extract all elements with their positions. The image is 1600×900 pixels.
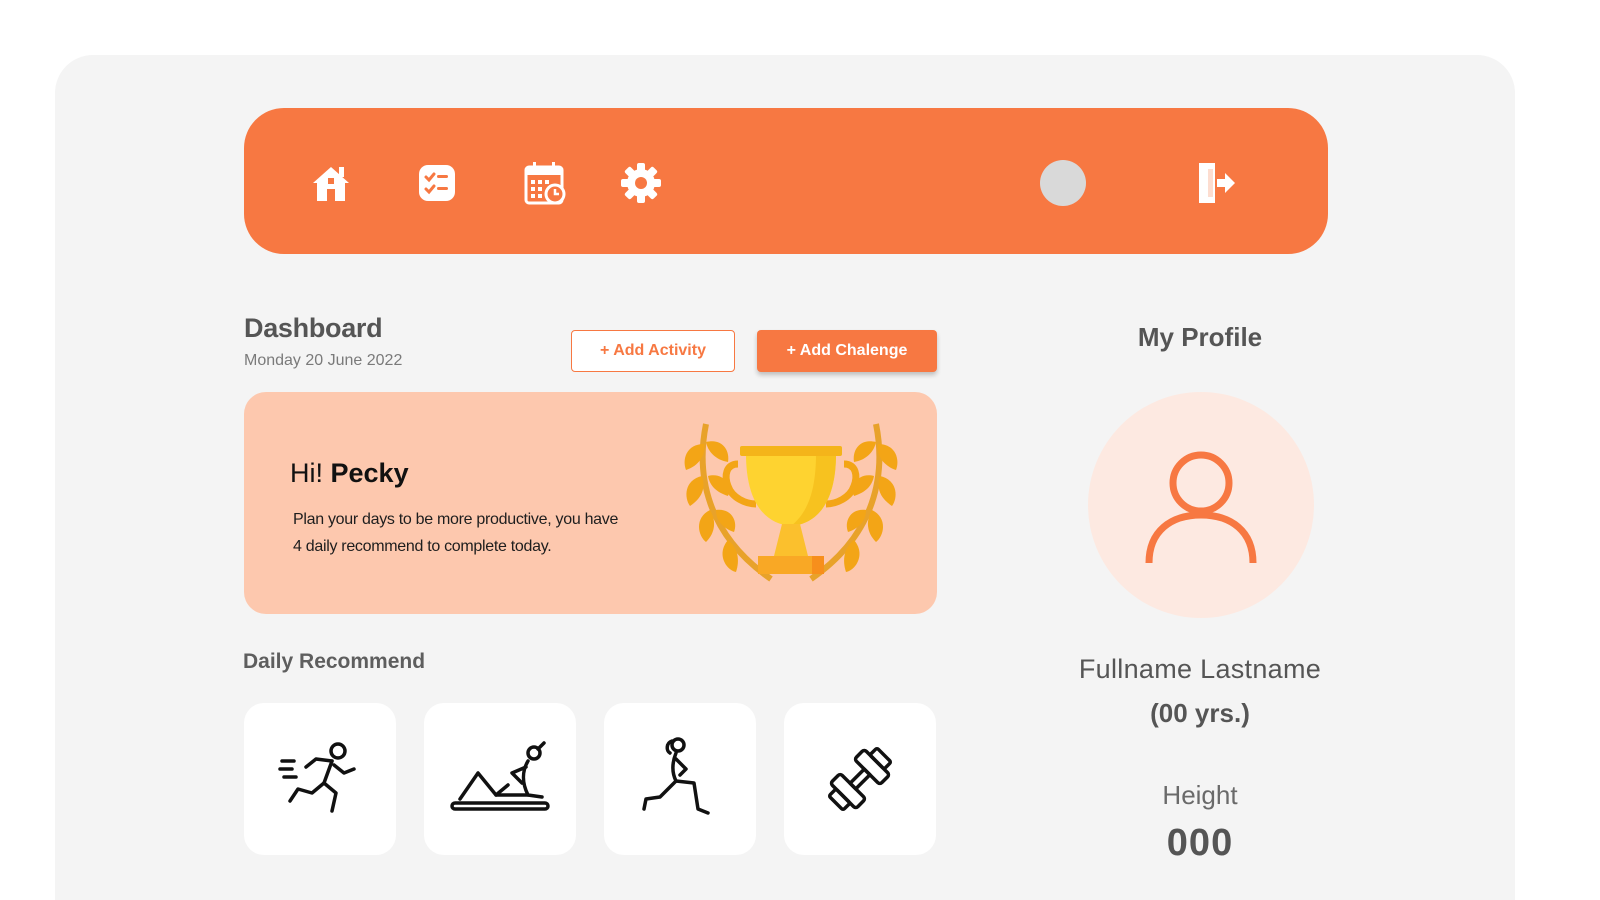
page-title: Dashboard [244, 313, 383, 343]
greeting-word: Hi! [290, 458, 323, 488]
profile-avatar[interactable] [1088, 392, 1314, 618]
lunge-icon [642, 737, 710, 815]
current-date: Monday 20 June 2022 [244, 352, 403, 369]
nav-home-button[interactable] [306, 158, 356, 208]
profile-title: My Profile [1137, 322, 1263, 352]
user-icon [1145, 451, 1257, 564]
banner-line-1: Plan your days to be more productive, yo… [293, 511, 619, 528]
nav-tasks-button[interactable] [412, 158, 462, 208]
section-title-daily-recommend: Daily Recommend [243, 650, 426, 673]
user-name: Pecky [330, 458, 409, 488]
home-icon [313, 167, 349, 201]
banner-line-2: 4 daily recommend to complete today. [293, 538, 552, 555]
nav-schedule-button[interactable] [520, 158, 570, 208]
top-navigation-bar [244, 108, 1328, 254]
recommend-card-situp[interactable] [424, 703, 576, 855]
greeting-text: Hi! Pecky [290, 458, 409, 489]
recommend-card-lunge[interactable] [604, 703, 756, 855]
greeting-banner: Hi! Pecky Plan your days to be more prod… [244, 392, 937, 614]
gear-icon [621, 163, 661, 203]
add-activity-button[interactable]: + Add Activity [571, 330, 735, 372]
user-avatar-button[interactable] [1040, 160, 1086, 206]
calendar-clock-icon [524, 162, 566, 205]
add-challenge-button[interactable]: + Add Chalenge [757, 330, 937, 372]
dumbbell-icon [827, 746, 893, 812]
logout-icon [1199, 163, 1235, 203]
height-label: Height [1162, 780, 1238, 810]
nav-settings-button[interactable] [616, 158, 666, 208]
banner-message: Plan your days to be more productive, yo… [293, 506, 653, 560]
profile-age: (00 yrs.) [1150, 698, 1250, 728]
running-icon [278, 742, 356, 813]
situp-icon [450, 741, 550, 811]
recommend-card-dumbbell[interactable] [784, 703, 936, 855]
recommend-card-running[interactable] [244, 703, 396, 855]
checklist-icon [419, 165, 455, 201]
height-value: 000 [1166, 822, 1234, 864]
logout-button[interactable] [1190, 158, 1240, 208]
trophy-icon [684, 423, 898, 582]
profile-fullname: Fullname Lastname [1078, 654, 1322, 684]
